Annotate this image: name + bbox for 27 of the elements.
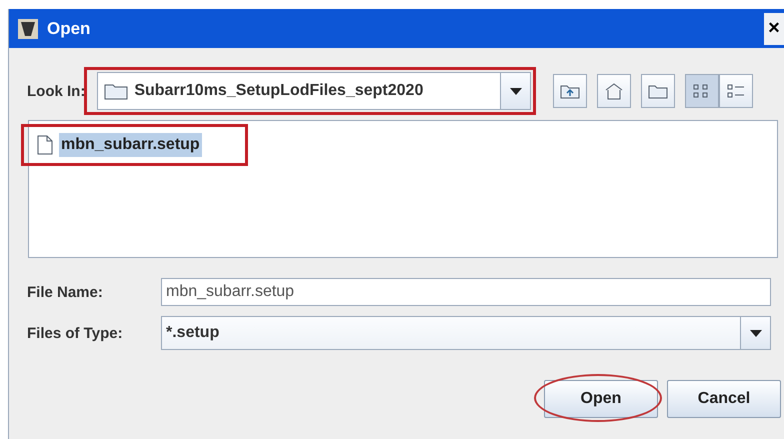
toolbar-button[interactable] <box>553 74 588 108</box>
field-label: Look In: <box>27 82 86 100</box>
window-title: Open <box>47 18 90 38</box>
file-icon <box>37 135 53 155</box>
toolbar-button[interactable] <box>597 74 632 108</box>
file-name-field[interactable]: mbn_subarr.setup <box>161 278 771 306</box>
details-view-icon <box>727 83 746 99</box>
field-label: File Name: <box>27 284 104 300</box>
field-label: Files of Type: <box>27 324 124 342</box>
close-button[interactable]: × <box>764 12 784 44</box>
toolbar-button[interactable] <box>719 74 754 108</box>
folder-up-icon <box>560 83 580 99</box>
caret-icon <box>750 330 762 336</box>
dropdown-button[interactable] <box>740 317 770 349</box>
folder-name: Subarr10ms_SetupLodFiles_sept2020 <box>134 82 424 100</box>
dialog-button[interactable]: Cancel <box>667 380 781 418</box>
toolbar-button[interactable] <box>641 74 676 108</box>
look-in-dropdown[interactable]: Subarr10ms_SetupLodFiles_sept2020 <box>97 72 532 110</box>
dropdown-button[interactable] <box>500 73 530 109</box>
dialog-button[interactable]: Open <box>544 380 658 418</box>
app-icon <box>17 18 39 40</box>
file-type-dropdown[interactable]: *.setup <box>161 316 771 350</box>
home-icon <box>604 82 624 100</box>
folder-icon <box>104 82 128 100</box>
toolbar-button[interactable] <box>685 74 720 108</box>
caret-icon <box>510 88 522 94</box>
folder-icon <box>648 83 668 99</box>
